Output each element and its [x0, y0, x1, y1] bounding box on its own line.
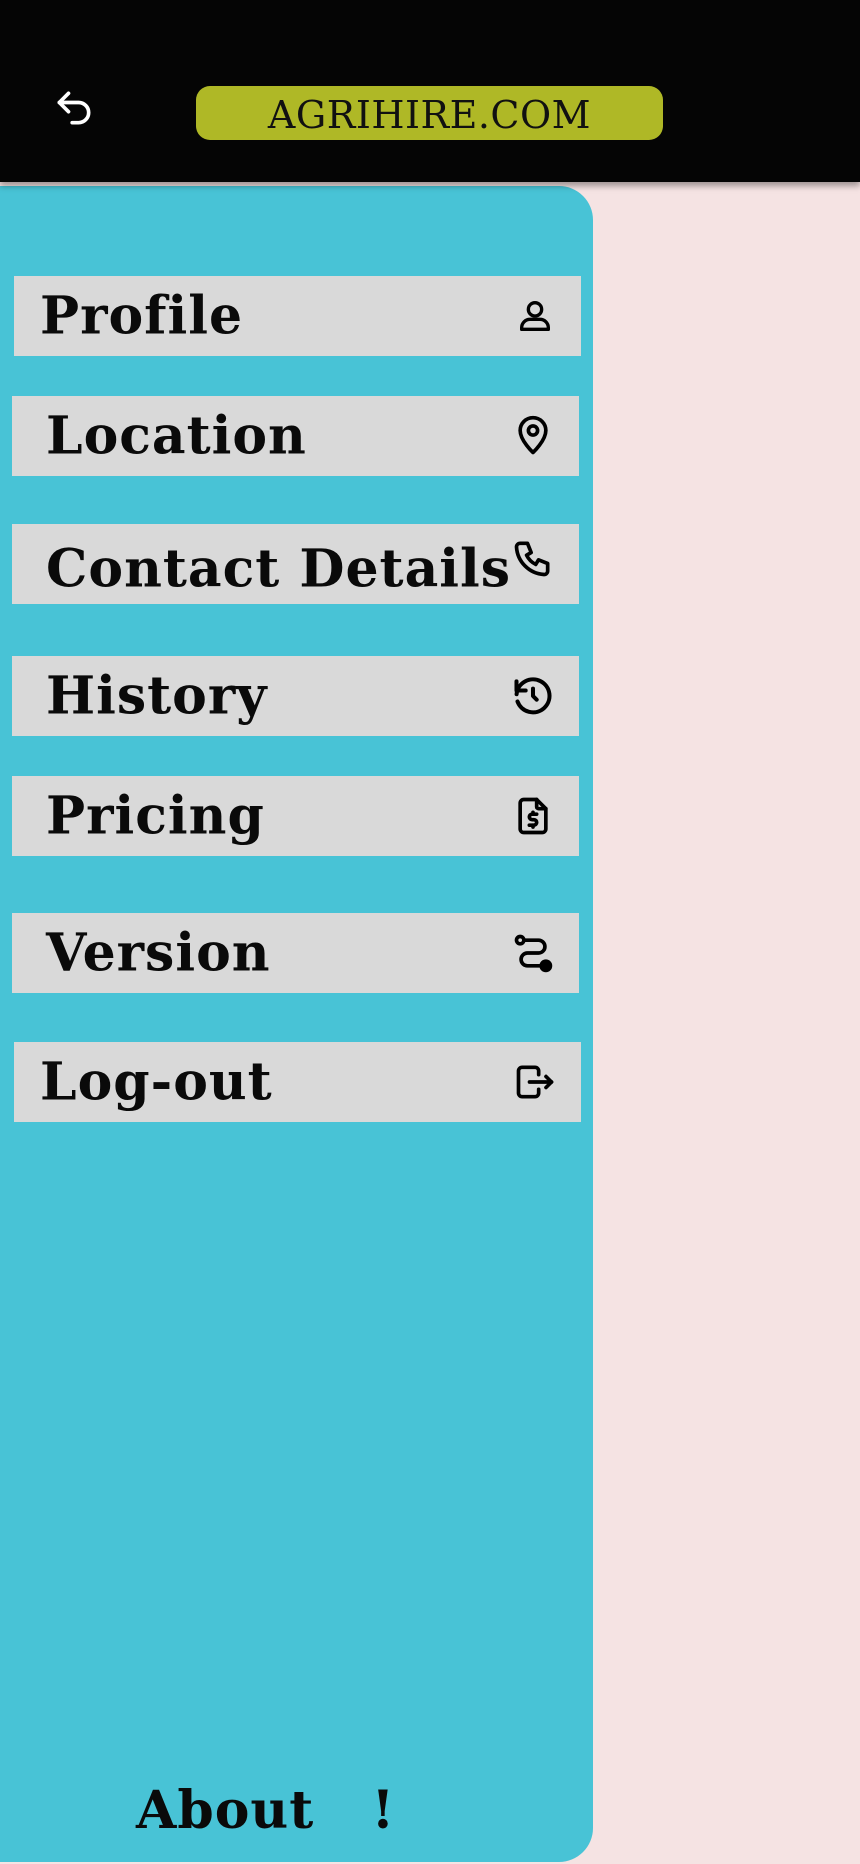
menu-item-label: Log-out [40, 1051, 273, 1113]
route-icon [511, 931, 555, 975]
menu-item-label: History [46, 665, 268, 727]
top-app-bar: AGRIHIRE.COM [0, 0, 860, 182]
brand-title: AGRIHIRE.COM [196, 86, 663, 140]
menu-item-version[interactable]: Version [12, 913, 579, 993]
menu-item-location[interactable]: Location [12, 396, 579, 476]
menu-item-logout[interactable]: Log-out [14, 1042, 581, 1122]
user-icon [513, 294, 557, 338]
menu-item-label: Profile [40, 285, 244, 347]
about-link[interactable]: About ! [136, 1780, 395, 1841]
menu-item-label: Contact Details [46, 538, 512, 600]
menu-item-label: Location [46, 405, 307, 467]
logout-icon [513, 1060, 557, 1104]
menu-item-label: Version [46, 922, 271, 984]
undo-arrow-icon [57, 91, 91, 125]
menu-item-profile[interactable]: Profile [14, 276, 581, 356]
menu-item-pricing[interactable]: Pricing [12, 776, 579, 856]
back-button[interactable] [48, 82, 100, 134]
phone-icon [511, 536, 555, 580]
history-icon [511, 674, 555, 718]
menu-item-contact-details[interactable]: Contact Details [12, 524, 579, 604]
menu-item-label: Pricing [46, 785, 265, 847]
map-pin-icon [511, 414, 555, 458]
navigation-drawer: Profile Location Contact Details History [0, 186, 593, 1862]
invoice-dollar-icon [511, 794, 555, 838]
menu-item-history[interactable]: History [12, 656, 579, 736]
